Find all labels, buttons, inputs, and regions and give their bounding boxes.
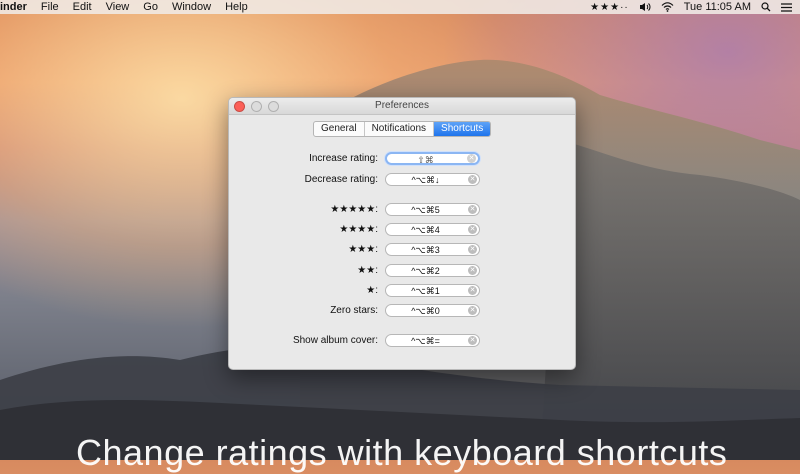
spotlight-search-icon[interactable]: [761, 2, 771, 12]
clear-icon[interactable]: ✕: [468, 245, 477, 254]
shortcut-recorder-increase[interactable]: ⇧⌘ ✕: [385, 152, 480, 165]
shortcut-value: ⇧⌘: [417, 155, 434, 165]
shortcut-label: ★:: [366, 285, 378, 296]
clear-icon[interactable]: ✕: [468, 266, 477, 275]
clear-icon[interactable]: ✕: [468, 205, 477, 214]
shortcut-row-4-stars: ★★★★: ^⌥⌘4 ✕: [229, 223, 575, 239]
menu-help[interactable]: Help: [225, 1, 248, 13]
menu-file[interactable]: File: [41, 1, 59, 13]
shortcut-value: ^⌥⌘5: [411, 205, 440, 215]
clear-icon[interactable]: ✕: [468, 175, 477, 184]
preferences-window: Preferences General Notifications Shortc…: [228, 97, 576, 370]
shortcut-row-album-cover: Show album cover: ^⌥⌘= ✕: [229, 334, 575, 350]
shortcut-row-1-star: ★: ^⌥⌘1 ✕: [229, 284, 575, 300]
shortcut-value: ^⌥⌘=: [411, 336, 440, 346]
clear-icon[interactable]: ✕: [467, 154, 476, 163]
shortcut-row-decrease: Decrease rating: ^⌥⌘↓ ✕: [229, 173, 575, 189]
shortcut-label: ★★★★:: [339, 224, 378, 235]
shortcut-value: ^⌥⌘↓: [411, 175, 440, 185]
shortcut-label: ★★:: [357, 265, 378, 276]
clear-icon[interactable]: ✕: [468, 336, 477, 345]
shortcut-row-zero-stars: Zero stars: ^⌥⌘0 ✕: [229, 304, 575, 320]
clock[interactable]: Tue 11:05 AM: [684, 1, 751, 13]
menu-view[interactable]: View: [106, 1, 130, 13]
shortcut-value: ^⌥⌘3: [411, 245, 440, 255]
shortcut-label: Show album cover:: [292, 335, 378, 346]
shortcut-label: Decrease rating:: [304, 174, 378, 185]
shortcut-recorder-3-stars[interactable]: ^⌥⌘3 ✕: [385, 243, 480, 256]
promo-caption: Change ratings with keyboard shortcuts: [76, 432, 728, 473]
shortcut-row-2-stars: ★★: ^⌥⌘2 ✕: [229, 264, 575, 280]
volume-icon[interactable]: [639, 2, 651, 12]
shortcut-value: ^⌥⌘1: [411, 286, 440, 296]
menu-edit[interactable]: Edit: [73, 1, 92, 13]
shortcut-recorder-1-star[interactable]: ^⌥⌘1 ✕: [385, 284, 480, 297]
shortcut-recorder-zero-stars[interactable]: ^⌥⌘0 ✕: [385, 304, 480, 317]
shortcut-recorder-5-stars[interactable]: ^⌥⌘5 ✕: [385, 203, 480, 216]
shortcut-label: Increase rating:: [309, 153, 378, 164]
clear-icon[interactable]: ✕: [468, 286, 477, 295]
shortcut-value: ^⌥⌘0: [411, 306, 440, 316]
menu-go[interactable]: Go: [143, 1, 158, 13]
shortcut-row-increase: Increase rating: ⇧⌘ ✕: [229, 152, 575, 168]
shortcut-recorder-decrease[interactable]: ^⌥⌘↓ ✕: [385, 173, 480, 186]
clear-icon[interactable]: ✕: [468, 225, 477, 234]
shortcut-value: ^⌥⌘2: [411, 266, 440, 276]
shortcut-row-5-stars: ★★★★★: ^⌥⌘5 ✕: [229, 203, 575, 219]
shortcut-list: Increase rating: ⇧⌘ ✕ Decrease rating: ^…: [229, 98, 575, 369]
shortcut-recorder-2-stars[interactable]: ^⌥⌘2 ✕: [385, 264, 480, 277]
shortcut-label: Zero stars:: [330, 305, 378, 316]
shortcut-label: ★★★:: [348, 244, 378, 255]
status-area: ★★★·· Tue 11:05 AM: [590, 1, 792, 13]
shortcut-value: ^⌥⌘4: [411, 225, 440, 235]
rating-status-item[interactable]: ★★★··: [590, 2, 629, 13]
shortcut-label: ★★★★★:: [330, 204, 378, 215]
shortcut-row-3-stars: ★★★: ^⌥⌘3 ✕: [229, 243, 575, 259]
shortcut-recorder-album-cover[interactable]: ^⌥⌘= ✕: [385, 334, 480, 347]
shortcut-recorder-4-stars[interactable]: ^⌥⌘4 ✕: [385, 223, 480, 236]
wifi-icon[interactable]: [661, 2, 674, 12]
menu-window[interactable]: Window: [172, 1, 211, 13]
app-menu[interactable]: inder: [0, 1, 27, 13]
notification-center-icon[interactable]: [781, 2, 792, 12]
clear-icon[interactable]: ✕: [468, 306, 477, 315]
menu-bar: inder File Edit View Go Window Help ★★★·…: [0, 0, 800, 14]
